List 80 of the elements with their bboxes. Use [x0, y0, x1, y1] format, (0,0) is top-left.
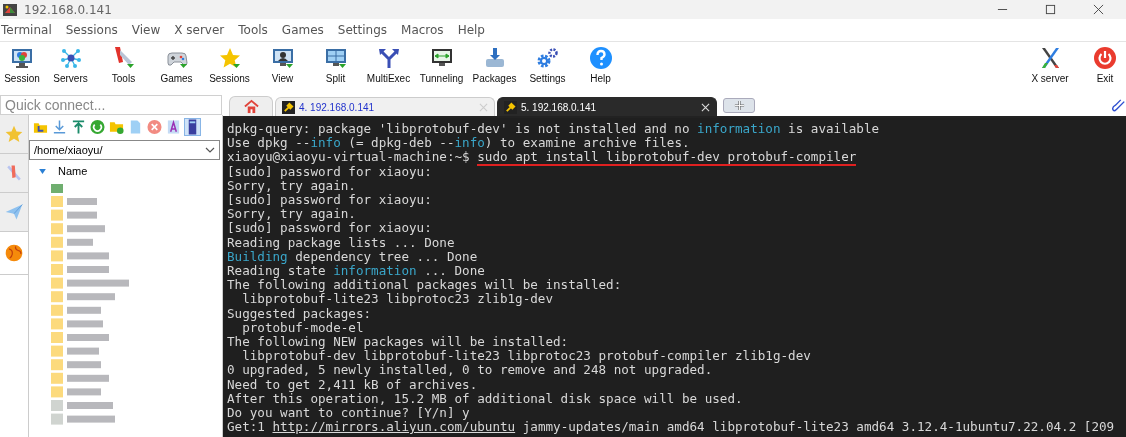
toolbar-button[interactable]: Games: [150, 42, 203, 95]
monitor-person-icon: [270, 46, 295, 70]
quick-connect-field[interactable]: Quick connect...: [0, 95, 222, 115]
help-icon: [588, 46, 613, 70]
network-icon: [58, 46, 83, 70]
toolbar-button[interactable]: Help: [574, 42, 627, 95]
menu-item[interactable]: Sessions: [59, 23, 126, 37]
terminal-text: [sudo] password for xiaoyu:: [227, 163, 432, 179]
power-icon: [1093, 46, 1117, 70]
session-tab[interactable]: 5. 192.168.0.141: [497, 97, 717, 116]
new-tab-button[interactable]: [723, 98, 755, 113]
paper-plane-icon: [4, 202, 24, 222]
plus-icon: [733, 100, 745, 111]
session-tab[interactable]: 4. 192.168.0.141: [275, 97, 495, 116]
toolbar-button[interactable]: Servers: [44, 42, 97, 95]
column-header[interactable]: Name: [58, 165, 88, 177]
terminal-text: libprotobuf-lite23 libprotoc23 zlib1g-dev: [241, 291, 554, 307]
new-folder-icon[interactable]: [109, 119, 124, 135]
toolbar-button[interactable]: Tunneling: [415, 42, 468, 95]
terminal-text: jammy-updates/main amd64 libprotobuf-lite23 amd64 3.12.4-1ubuntu7.22.04.2 [209: [521, 419, 1115, 435]
toolbar-button[interactable]: Packages: [468, 42, 521, 95]
collapse-arrow-icon[interactable]: [39, 168, 46, 174]
terminal-text: Do you want to continue? [Y/n] y: [227, 405, 470, 421]
upload-icon[interactable]: [71, 119, 86, 135]
toolbar-button[interactable]: View: [256, 42, 309, 95]
terminal-text: [sudo] password for xiaoyu:: [227, 192, 432, 207]
text-file-icon[interactable]: [166, 119, 181, 135]
terminal-link[interactable]: http://mirrors.aliyun.com/ubuntu: [272, 419, 516, 435]
menu-item[interactable]: Settings: [331, 23, 396, 37]
terminal-text: xiaoyu@xiaoyu-virtual-machine:~$: [227, 149, 471, 165]
toolbar-button[interactable]: Tools: [97, 42, 150, 95]
menu-item[interactable]: Help: [451, 23, 493, 37]
path-dropdown[interactable]: /home/xiaoyu/: [29, 140, 220, 160]
menu-item[interactable]: X server: [168, 23, 233, 37]
home-icon: [243, 99, 259, 114]
terminal-text: Need to get 2,411 kB of archives.: [227, 376, 478, 392]
home-tab[interactable]: [229, 96, 273, 116]
terminal-text: The following additional packages will be installed:: [227, 277, 622, 293]
menu-item[interactable]: Macros: [395, 23, 452, 37]
maximize-icon[interactable]: [1045, 4, 1056, 15]
terminal-line: Building dependency tree ... Done: [227, 249, 478, 265]
star-icon: [4, 124, 24, 144]
terminal-text: Suggested packages:: [227, 305, 372, 321]
terminal-line: dpkg-query: package 'libprotobuf-dev' is not installed and no information is available: [227, 122, 880, 137]
toolbar-button[interactable]: Split: [309, 42, 362, 95]
menu-item[interactable]: Terminal: [0, 23, 60, 37]
session-icon: [10, 46, 34, 70]
menu-item[interactable]: View: [125, 23, 169, 37]
terminal-text: Reading package lists ... Done: [227, 234, 455, 250]
key-icon: [504, 100, 517, 114]
paperclip-icon[interactable]: [1112, 99, 1126, 113]
gears-icon: [535, 46, 560, 70]
terminal-panel-icon[interactable]: [185, 119, 200, 135]
split-screen-icon: [323, 46, 348, 70]
terminal-text: 0 upgraded, 5 newly installed, 0 to remove and 248 not upgraded.: [227, 362, 713, 378]
terminal-line: Use dpkg --info (= dpkg-deb --info) to examine archive files.: [227, 136, 690, 151]
toolbar-button[interactable]: Settings: [521, 42, 574, 95]
side-tab[interactable]: [0, 154, 28, 193]
terminal-text: libprotobuf-dev libprotobuf-lite23 libprotoc23 protobuf-compiler zlib1g-dev: [241, 348, 811, 364]
terminal-line: Reading state information ... Done: [227, 264, 485, 279]
toolbar-button[interactable]: Session: [0, 42, 44, 95]
terminal-text: Sorry, try again.: [227, 206, 356, 222]
key-icon: [282, 100, 295, 114]
terminal-command: sudo apt install libprotobuf-dev protobuf-compiler: [477, 149, 857, 167]
menu-item[interactable]: Games: [275, 23, 332, 37]
terminal-text: Get:1: [227, 419, 265, 435]
toolbar-button[interactable]: Sessions: [203, 42, 256, 95]
menu-item[interactable]: Tools: [232, 23, 276, 37]
terminal-text: The following NEW packages will be installed:: [227, 334, 569, 350]
refresh-icon[interactable]: [90, 119, 105, 135]
globe-icon: [4, 243, 24, 263]
toolbar-button[interactable]: X server: [1016, 42, 1084, 95]
download-icon[interactable]: [52, 119, 67, 135]
app-icon: [2, 1, 18, 18]
fork-arrow-icon: [376, 46, 401, 70]
window-title: 192.168.0.141: [24, 2, 112, 17]
toolbar-button[interactable]: Exit: [1084, 42, 1126, 95]
toolbar-button[interactable]: MultiExec: [362, 42, 415, 95]
close-icon[interactable]: [1093, 4, 1104, 15]
terminal-text: [sudo] password for xiaoyu:: [227, 220, 432, 236]
